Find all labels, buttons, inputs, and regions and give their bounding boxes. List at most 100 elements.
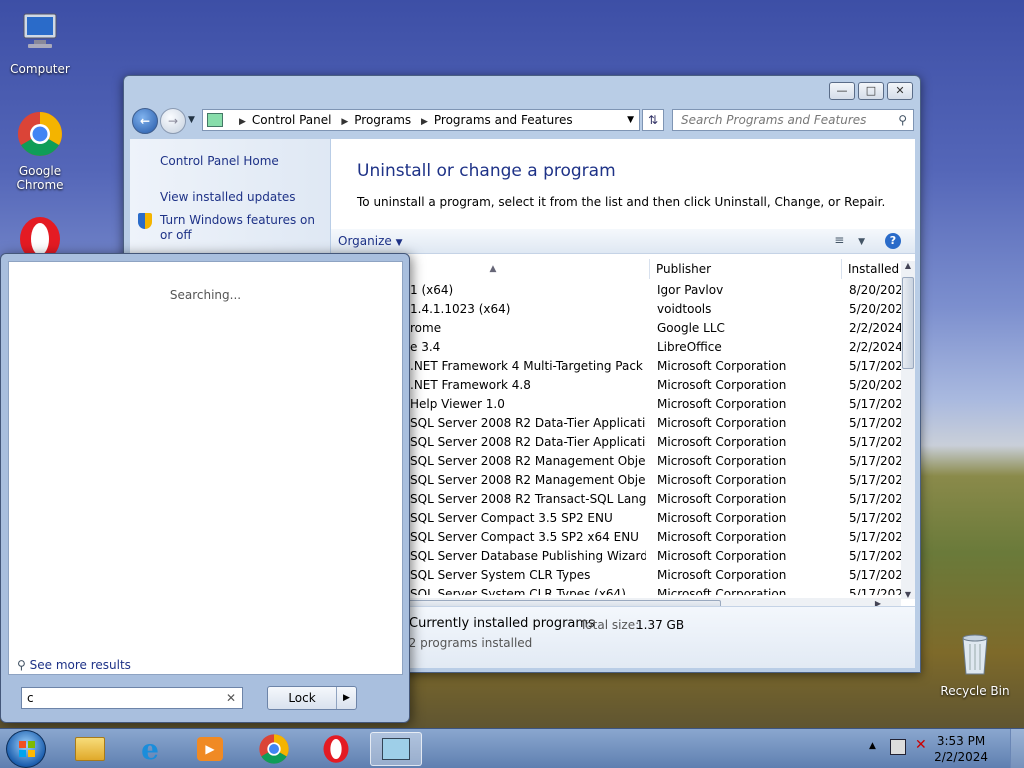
- table-row[interactable]: e 3.4 LibreOffice 2/2/2024: [331, 338, 903, 357]
- page-title: Uninstall or change a program: [357, 161, 616, 181]
- program-name-cell: rome: [410, 321, 442, 335]
- change-view-button[interactable]: ≡ ▼: [834, 233, 865, 247]
- breadcrumb-programs-and-features[interactable]: Programs and Features: [434, 113, 573, 127]
- table-row[interactable]: SQL Server 2008 R2 Management Objects (.…: [331, 471, 903, 490]
- taskbar-opera[interactable]: [310, 732, 362, 766]
- desktop-icon-computer[interactable]: Computer: [0, 8, 80, 76]
- start-search-input[interactable]: c ✕: [21, 687, 243, 709]
- table-row[interactable]: 1 (x64) Igor Pavlov 8/20/2023: [331, 281, 903, 300]
- table-row[interactable]: rome Google LLC 2/2/2024: [331, 319, 903, 338]
- network-icon[interactable]: [890, 739, 906, 755]
- control-panel-home-link[interactable]: Control Panel Home: [160, 154, 279, 168]
- start-button[interactable]: [6, 730, 46, 768]
- table-row[interactable]: SQL Server 2008 R2 Data-Tier Application…: [331, 433, 903, 452]
- computer-icon: [23, 13, 57, 48]
- table-row[interactable]: SQL Server Database Publishing Wizard 1.…: [331, 547, 903, 566]
- program-name-cell: SQL Server Database Publishing Wizard 1.…: [410, 549, 646, 563]
- breadcrumb-control-panel[interactable]: Control Panel: [252, 113, 332, 127]
- taskbar-media-player[interactable]: ▶: [184, 732, 236, 766]
- table-row[interactable]: SQL Server 2008 R2 Data-Tier Application…: [331, 414, 903, 433]
- publisher-cell: Microsoft Corporation: [657, 568, 787, 582]
- table-row[interactable]: SQL Server System CLR Types Microsoft Cor…: [331, 566, 903, 585]
- volume-muted-icon[interactable]: ✕: [915, 737, 927, 753]
- program-name-cell: Help Viewer 1.0: [410, 397, 505, 411]
- vertical-scrollbar[interactable]: ▲ ▼: [901, 261, 915, 599]
- scrollbar-down-arrow[interactable]: ▼: [901, 590, 915, 599]
- chevron-down-icon: ▼: [395, 238, 403, 248]
- installed-on-cell: 2/2/2024: [849, 321, 903, 335]
- clear-search-icon[interactable]: ✕: [226, 688, 236, 708]
- show-hidden-icons-button[interactable]: ▲: [869, 741, 876, 751]
- windows-logo-icon: [19, 741, 35, 757]
- table-row[interactable]: SQL Server Compact 3.5 SP2 ENU Microsoft …: [331, 509, 903, 528]
- taskbar-internet-explorer[interactable]: e: [124, 732, 176, 766]
- program-name-cell: SQL Server System CLR Types (x64): [410, 587, 626, 595]
- installed-on-cell: 5/17/2023: [849, 416, 903, 430]
- publisher-cell: Microsoft Corporation: [657, 397, 787, 411]
- column-header-publisher[interactable]: Publisher: [650, 259, 842, 279]
- table-row[interactable]: .NET Framework 4 Multi-Targeting Pack Mic…: [331, 357, 903, 376]
- program-name-cell: SQL Server 2008 R2 Management Objects (.…: [410, 473, 646, 487]
- minimize-button[interactable]: —: [829, 82, 855, 100]
- publisher-cell: Microsoft Corporation: [657, 549, 787, 563]
- program-name-cell: SQL Server System CLR Types: [410, 568, 591, 582]
- publisher-cell: Google LLC: [657, 321, 725, 335]
- show-desktop-button[interactable]: [1010, 729, 1024, 768]
- scrollbar-thumb[interactable]: [902, 277, 914, 369]
- total-size-value: 1.37 GB: [636, 618, 685, 632]
- publisher-cell: Microsoft Corporation: [657, 492, 787, 506]
- installed-on-cell: 5/17/2023: [849, 435, 903, 449]
- media-player-icon: ▶: [197, 737, 223, 761]
- shutdown-options-arrow[interactable]: ▶: [336, 687, 356, 709]
- publisher-cell: Microsoft Corporation: [657, 359, 787, 373]
- shield-icon: [138, 213, 152, 229]
- table-row[interactable]: SQL Server 2008 R2 Management Objects Mic…: [331, 452, 903, 471]
- installed-on-cell: 5/17/2023: [849, 397, 903, 411]
- turn-windows-features-link[interactable]: Turn Windows features on or off: [160, 213, 320, 243]
- chrome-icon: [259, 734, 289, 764]
- program-count: 62 programs installed: [401, 636, 533, 650]
- view-installed-updates-link[interactable]: View installed updates: [160, 190, 296, 204]
- system-clock[interactable]: 3:53 PM 2/2/2024: [934, 733, 988, 765]
- table-row[interactable]: .NET Framework 4.8 Microsoft Corporation 5…: [331, 376, 903, 395]
- program-name-cell: SQL Server 2008 R2 Transact-SQL Languag.…: [410, 492, 646, 506]
- help-icon[interactable]: ?: [885, 233, 901, 249]
- lock-button[interactable]: Lock ▶: [267, 686, 357, 710]
- search-icon: ⚲: [17, 658, 26, 672]
- program-name-cell: SQL Server 2008 R2 Data-Tier Application…: [410, 435, 646, 449]
- table-row[interactable]: SQL Server Compact 3.5 SP2 x64 ENU Micros…: [331, 528, 903, 547]
- back-button[interactable]: ←: [132, 108, 158, 134]
- scrollbar-up-arrow[interactable]: ▲: [901, 261, 915, 275]
- see-more-results-link[interactable]: ⚲ See more results: [17, 658, 131, 672]
- forward-button[interactable]: →: [160, 108, 186, 134]
- search-programs-input[interactable]: Search Programs and Features ⚲: [672, 109, 914, 131]
- column-header-installed-on[interactable]: Installed On: [842, 259, 903, 279]
- publisher-cell: voidtools: [657, 302, 712, 316]
- program-name-cell: SQL Server 2008 R2 Data-Tier Application…: [410, 416, 646, 430]
- program-name-cell: SQL Server 2008 R2 Management Objects: [410, 454, 646, 468]
- address-bar[interactable]: ▶ Control Panel ▶ Programs ▶ Programs and F…: [202, 109, 640, 131]
- program-name-cell: SQL Server Compact 3.5 SP2 ENU: [410, 511, 613, 525]
- table-row[interactable]: SQL Server 2008 R2 Transact-SQL Languag.…: [331, 490, 903, 509]
- refresh-button[interactable]: ⇅: [642, 109, 664, 131]
- breadcrumb-programs[interactable]: Programs: [354, 113, 411, 127]
- table-row[interactable]: SQL Server System CLR Types (x64) Microso…: [331, 585, 903, 595]
- publisher-cell: Microsoft Corporation: [657, 378, 787, 392]
- desktop-icon-recycle-bin[interactable]: Recycle Bin: [935, 630, 1015, 698]
- organize-button[interactable]: Organize ▼: [338, 234, 403, 248]
- maximize-button[interactable]: □: [858, 82, 884, 100]
- close-button[interactable]: ✕: [887, 82, 913, 100]
- taskbar-chrome[interactable]: [248, 732, 300, 766]
- recent-pages-dropdown[interactable]: ▼: [188, 115, 195, 125]
- table-row[interactable]: Help Viewer 1.0 Microsoft Corporation 5/17…: [331, 395, 903, 414]
- navigation-bar: ← → ▼ ▶ Control Panel ▶ Programs ▶ Programs…: [130, 106, 914, 134]
- address-dropdown-icon[interactable]: ▼: [627, 110, 634, 130]
- taskbar-control-panel[interactable]: [370, 732, 422, 766]
- table-row[interactable]: 1.4.1.1023 (x64) voidtools 5/20/2023: [331, 300, 903, 319]
- desktop-icon-chrome[interactable]: Google Chrome: [0, 110, 80, 192]
- search-icon[interactable]: ⚲: [898, 110, 907, 130]
- installed-programs-title: Currently installed programs: [409, 616, 595, 631]
- taskbar-explorer[interactable]: [64, 732, 116, 766]
- publisher-cell: Microsoft Corporation: [657, 416, 787, 430]
- program-name-cell: 1 (x64): [410, 283, 454, 297]
